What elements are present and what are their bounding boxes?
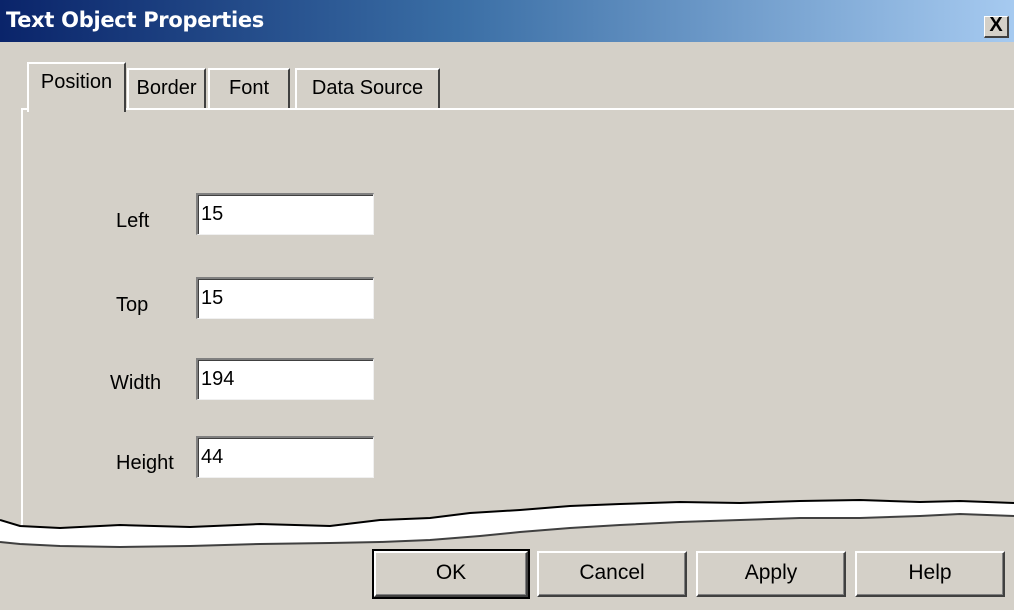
top-field[interactable] xyxy=(196,277,374,319)
ok-button[interactable]: OK xyxy=(372,549,530,599)
properties-dialog: Text Object Properties X Position Border… xyxy=(0,0,1014,610)
tab-data-source[interactable]: Data Source xyxy=(295,68,440,108)
close-icon: X xyxy=(989,14,1003,36)
apply-button[interactable]: Apply xyxy=(696,551,846,597)
width-label: Width xyxy=(110,372,162,394)
tab-label: Position xyxy=(40,71,113,93)
tab-border[interactable]: Border xyxy=(127,68,206,108)
close-button[interactable]: X xyxy=(984,14,1009,38)
left-field[interactable] xyxy=(196,193,374,235)
title-bar[interactable]: Text Object Properties X xyxy=(0,0,1014,42)
top-label: Top xyxy=(116,294,149,316)
height-label: Height xyxy=(116,452,174,474)
tab-label: Border xyxy=(136,77,197,99)
tab-font[interactable]: Font xyxy=(208,68,290,108)
window-title: Text Object Properties xyxy=(6,8,264,32)
cancel-button[interactable]: Cancel xyxy=(537,551,687,597)
tab-label: Data Source xyxy=(311,77,424,99)
height-field[interactable] xyxy=(196,436,374,478)
help-button[interactable]: Help xyxy=(855,551,1005,597)
tab-label: Font xyxy=(228,77,270,99)
left-label: Left xyxy=(116,210,150,232)
width-field[interactable] xyxy=(196,358,374,400)
torn-paper-divider xyxy=(0,498,1014,549)
tab-position[interactable]: Position xyxy=(27,62,126,112)
